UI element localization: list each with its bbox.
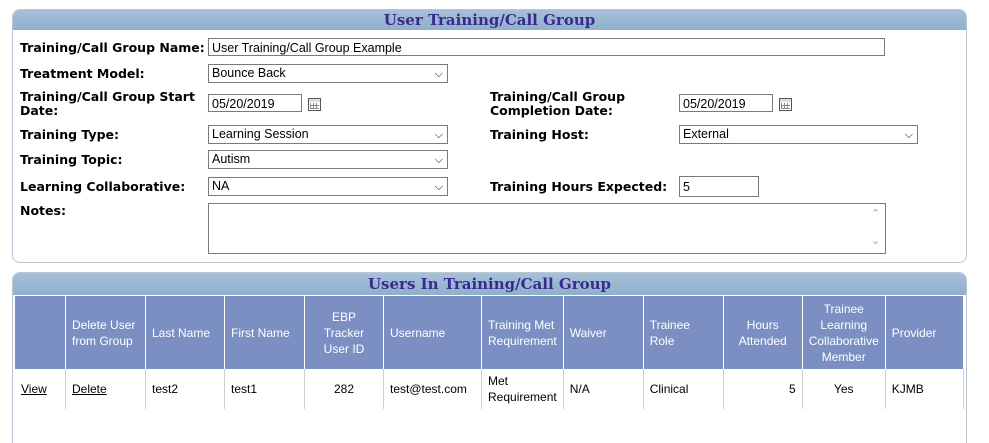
column-header-delete[interactable]: Delete User from Group [65,296,146,369]
learning-collaborative-value: NA [212,179,230,193]
hours-expected-input[interactable]: 5 [679,176,759,197]
scroll-down-icon[interactable]: ⌄ [871,234,880,247]
completion-date-label: Training/Call Group Completion Date: [490,89,626,118]
users-panel-title: Users In Training/Call Group [13,273,966,295]
delete-cell: Delete [65,369,146,409]
training-type-select[interactable]: Learning Session ⌵ [208,125,448,144]
view-cell: View [15,369,66,409]
notes-textarea[interactable] [208,203,886,254]
training-host-value: External [683,127,729,141]
column-header-hours-attended[interactable]: Hours Attended [723,296,803,369]
chevron-down-icon: ⌵ [904,129,913,141]
chevron-down-icon: ⌵ [434,154,443,166]
hours-expected-label: Training Hours Expected: [490,179,668,194]
chevron-down-icon: ⌵ [434,129,443,141]
treatment-model-select[interactable]: Bounce Back ⌵ [208,64,448,83]
column-header-waiver[interactable]: Waiver [563,296,644,369]
met-requirement-cell: Met Requirement [481,369,564,409]
calendar-icon[interactable] [308,98,321,111]
training-type-value: Learning Session [212,127,309,141]
collab-member-cell: Yes [802,369,886,409]
last-name-cell: test2 [145,369,225,409]
users-panel: Users In Training/Call Group Delete User… [12,272,967,443]
user-id-cell: 282 [304,369,384,409]
completion-date-input[interactable]: 05/20/2019 [679,94,773,112]
scroll-up-icon[interactable]: ⌃ [871,207,880,220]
column-header-action [15,296,66,369]
learning-collaborative-label: Learning Collaborative: [20,179,186,194]
role-cell: Clinical [643,369,724,409]
start-date-input[interactable]: 05/20/2019 [208,94,302,112]
training-host-label: Training Host: [490,127,589,142]
group-name-input[interactable]: User Training/Call Group Example [208,38,885,56]
column-header-last-name[interactable]: Last Name [145,296,225,369]
training-topic-label: Training Topic: [20,152,123,167]
column-header-user-id[interactable]: EBP Tracker User ID [304,296,384,369]
username-cell: test@test.com [383,369,482,409]
view-link[interactable]: View [21,382,47,396]
training-topic-value: Autism [212,152,251,166]
column-header-first-name[interactable]: First Name [224,296,305,369]
panel-title: User Training/Call Group [13,10,966,30]
chevron-down-icon: ⌵ [434,181,443,193]
training-topic-select[interactable]: Autism ⌵ [208,150,448,169]
hours-cell: 5 [723,369,803,409]
treatment-model-label: Treatment Model: [20,66,145,81]
learning-collaborative-select[interactable]: NA ⌵ [208,177,448,196]
column-header-met-requirement[interactable]: Training Met Requirement [481,296,564,369]
first-name-cell: test1 [224,369,305,409]
calendar-icon[interactable] [779,98,792,111]
treatment-model-value: Bounce Back [212,66,286,80]
waiver-cell: N/A [563,369,644,409]
column-header-trainee-role[interactable]: Trainee Role [643,296,724,369]
notes-label: Notes: [20,203,66,218]
chevron-down-icon: ⌵ [434,68,443,80]
training-host-select[interactable]: External ⌵ [679,125,918,144]
column-header-provider[interactable]: Provider [885,296,965,369]
start-date-label: Training/Call Group Start Date: [20,89,195,118]
table-row: View Delete test2 test1 282 test@test.co… [15,369,965,409]
table-header-row: Delete User from Group Last Name First N… [15,296,965,369]
provider-cell: KJMB [885,369,965,409]
training-group-panel: User Training/Call Group Training/Call G… [12,9,967,263]
users-table: Delete User from Group Last Name First N… [15,296,965,409]
training-type-label: Training Type: [20,127,120,142]
group-name-label: Training/Call Group Name: [20,40,205,55]
delete-link[interactable]: Delete [72,382,107,396]
column-header-collab-member[interactable]: Trainee Learning Collaborative Member [802,296,886,369]
column-header-username[interactable]: Username [383,296,482,369]
